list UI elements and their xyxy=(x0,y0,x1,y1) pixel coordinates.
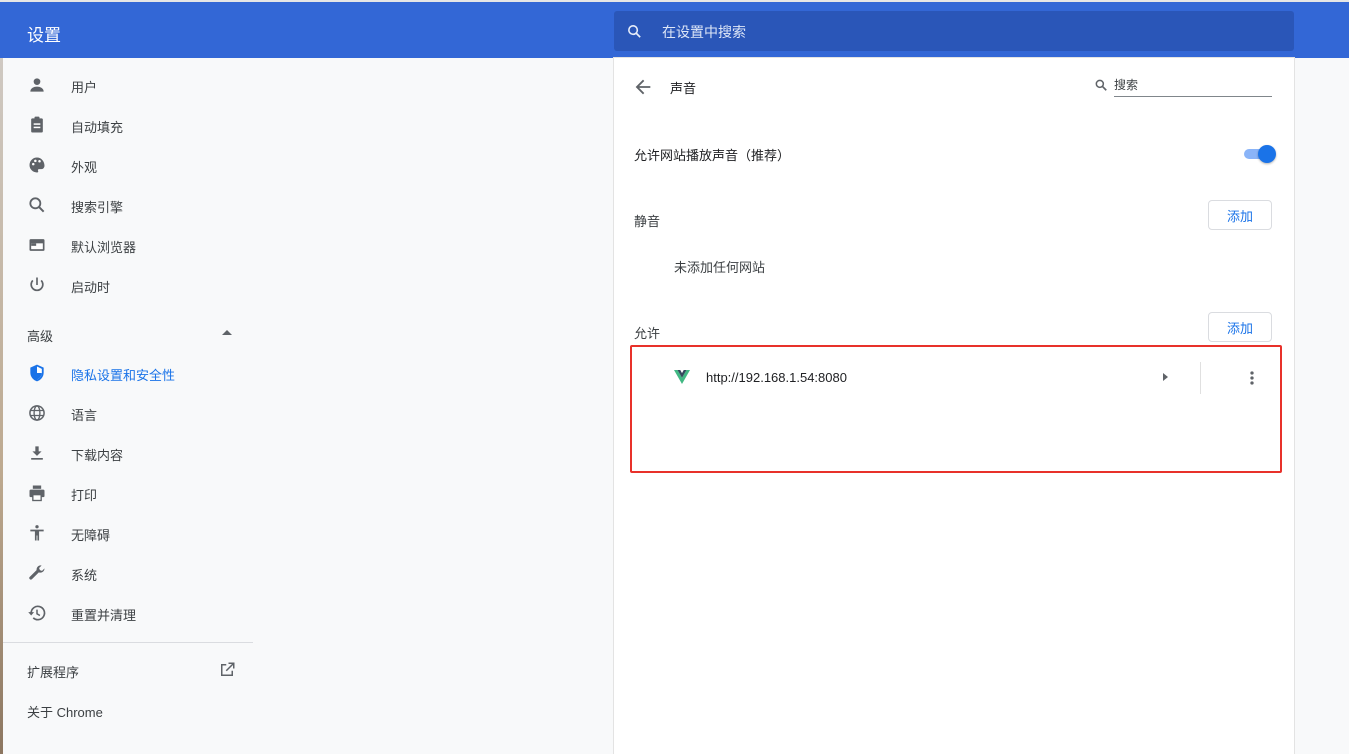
allow-add-button[interactable]: 添加 xyxy=(1208,312,1272,342)
sidebar-item-extensions[interactable]: 扩展程序 xyxy=(3,650,253,690)
sidebar-item-default-browser[interactable]: 默认浏览器 xyxy=(3,225,253,265)
search-icon xyxy=(1095,79,1107,91)
advanced-label: 高级 xyxy=(27,329,54,344)
advanced-section-toggle[interactable]: 高级 xyxy=(3,313,253,353)
sidebar-item-search-engine[interactable]: 搜索引擎 xyxy=(3,185,253,225)
sidebar-item-users[interactable]: 用户 xyxy=(3,65,253,105)
sidebar-item-label: 自动填充 xyxy=(71,120,124,135)
sidebar-item-system[interactable]: 系统 xyxy=(3,553,253,593)
open-in-new-icon xyxy=(221,662,235,676)
sound-settings-card: 声音 允许网站播放声音（推荐） 静音 添加 未添加任何网站 允许 添加 http… xyxy=(614,58,1294,754)
sidebar-item-label: 搜索引擎 xyxy=(71,200,124,215)
site-url[interactable]: http://192.168.1.54:8080 xyxy=(706,370,847,385)
sidebar-item-label: 重置并清理 xyxy=(71,608,137,623)
clipboard-icon xyxy=(31,116,43,133)
allow-section-label: 允许 xyxy=(634,326,661,341)
sidebar-item-autofill[interactable]: 自动填充 xyxy=(3,105,253,145)
wrench-icon xyxy=(29,565,45,580)
toggle-knob xyxy=(1258,145,1276,163)
sidebar-item-privacy-security[interactable]: 隐私设置和安全性 xyxy=(3,353,253,393)
sidebar-item-reset[interactable]: 重置并清理 xyxy=(3,593,253,633)
accessibility-icon xyxy=(30,525,44,541)
top-bar: 设置 xyxy=(0,0,1349,58)
sidebar-item-languages[interactable]: 语言 xyxy=(3,393,253,433)
sidebar-item-label: 关于 Chrome xyxy=(27,705,103,720)
back-arrow-icon[interactable] xyxy=(632,76,654,98)
power-icon xyxy=(30,277,44,292)
sidebar-item-label: 启动时 xyxy=(71,280,111,295)
person-icon xyxy=(30,78,44,92)
sidebar-item-label: 下载内容 xyxy=(71,448,124,463)
sidebar-item-label: 用户 xyxy=(71,80,98,95)
settings-search-input[interactable] xyxy=(660,11,1264,53)
sidebar-item-about-chrome[interactable]: 关于 Chrome xyxy=(3,690,253,730)
sidebar-item-accessibility[interactable]: 无障碍 xyxy=(3,513,253,553)
sidebar-item-label: 默认浏览器 xyxy=(71,240,137,255)
allow-sound-toggle[interactable] xyxy=(1242,145,1276,163)
browser-icon xyxy=(29,239,45,251)
printer-icon xyxy=(29,485,45,502)
sidebar-item-downloads[interactable]: 下载内容 xyxy=(3,433,253,473)
sidebar-item-printing[interactable]: 打印 xyxy=(3,473,253,513)
site-list-item[interactable]: http://192.168.1.54:8080 xyxy=(614,358,1294,398)
app-title: 设置 xyxy=(27,26,61,45)
sidebar-item-label: 无障碍 xyxy=(71,528,111,543)
expand-arrow-icon[interactable] xyxy=(1163,373,1168,381)
restore-icon xyxy=(28,605,46,621)
row-separator xyxy=(1200,362,1201,394)
caret-up-icon xyxy=(222,330,232,335)
vue-logo-icon xyxy=(674,370,690,384)
sidebar-item-on-startup[interactable]: 启动时 xyxy=(3,265,253,305)
mute-section-label: 静音 xyxy=(634,214,661,229)
page-title: 声音 xyxy=(670,81,697,96)
sidebar-item-appearance[interactable]: 外观 xyxy=(3,145,253,185)
sidebar: 用户 自动填充 外观 搜索引擎 默认浏览器 启动时 高级 隐私设置和安全性 语言… xyxy=(3,58,253,754)
shield-icon xyxy=(30,364,44,382)
download-icon xyxy=(31,446,43,460)
mute-add-button[interactable]: 添加 xyxy=(1208,200,1272,230)
settings-search-box[interactable] xyxy=(614,11,1294,53)
sidebar-item-label: 系统 xyxy=(71,568,98,583)
allow-sound-label: 允许网站播放声音（推荐） xyxy=(634,148,791,163)
subpage-search[interactable] xyxy=(1094,72,1274,98)
subpage-search-input[interactable] xyxy=(1114,74,1272,97)
sidebar-item-label: 隐私设置和安全性 xyxy=(71,368,176,383)
sidebar-item-label: 扩展程序 xyxy=(27,665,80,680)
sidebar-item-label: 打印 xyxy=(71,488,98,503)
palette-icon xyxy=(29,157,45,173)
sidebar-divider xyxy=(3,642,253,643)
search-icon xyxy=(628,25,641,38)
more-vert-icon[interactable] xyxy=(1242,368,1262,388)
search-icon xyxy=(29,197,45,213)
sidebar-item-label: 语言 xyxy=(71,408,98,423)
globe-icon xyxy=(29,405,45,421)
sidebar-item-label: 外观 xyxy=(71,160,98,175)
mute-empty-text: 未添加任何网站 xyxy=(674,260,766,275)
